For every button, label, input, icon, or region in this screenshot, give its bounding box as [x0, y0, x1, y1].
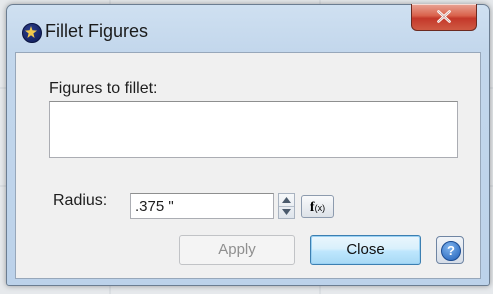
function-button[interactable]: f(x): [301, 195, 334, 218]
dialog-body: Figures to fillet: Radius: f(x) Apply Cl…: [15, 52, 481, 279]
arrow-up-icon: [282, 197, 291, 203]
apply-button[interactable]: Apply: [179, 235, 295, 265]
help-icon: ?: [441, 241, 461, 261]
figures-to-fillet-label: Figures to fillet:: [49, 80, 158, 97]
title-bar[interactable]: Fillet Figures: [7, 4, 489, 53]
window-title: Fillet Figures: [45, 21, 149, 41]
spin-down-button[interactable]: [279, 206, 294, 218]
radius-input[interactable]: [130, 193, 274, 219]
fillet-figures-dialog: Fillet Figures Figures to fillet: Radius…: [6, 4, 490, 286]
window-close-button[interactable]: [411, 4, 477, 31]
radius-spinner: [278, 193, 295, 219]
arrow-down-icon: [282, 209, 291, 215]
function-arg: (x): [314, 203, 326, 213]
star-compass-icon: [22, 23, 42, 43]
close-button[interactable]: Close: [310, 235, 421, 265]
help-button[interactable]: ?: [436, 236, 464, 264]
close-icon: [437, 10, 451, 23]
figures-selection-box[interactable]: [49, 101, 458, 158]
radius-label: Radius:: [53, 192, 108, 209]
